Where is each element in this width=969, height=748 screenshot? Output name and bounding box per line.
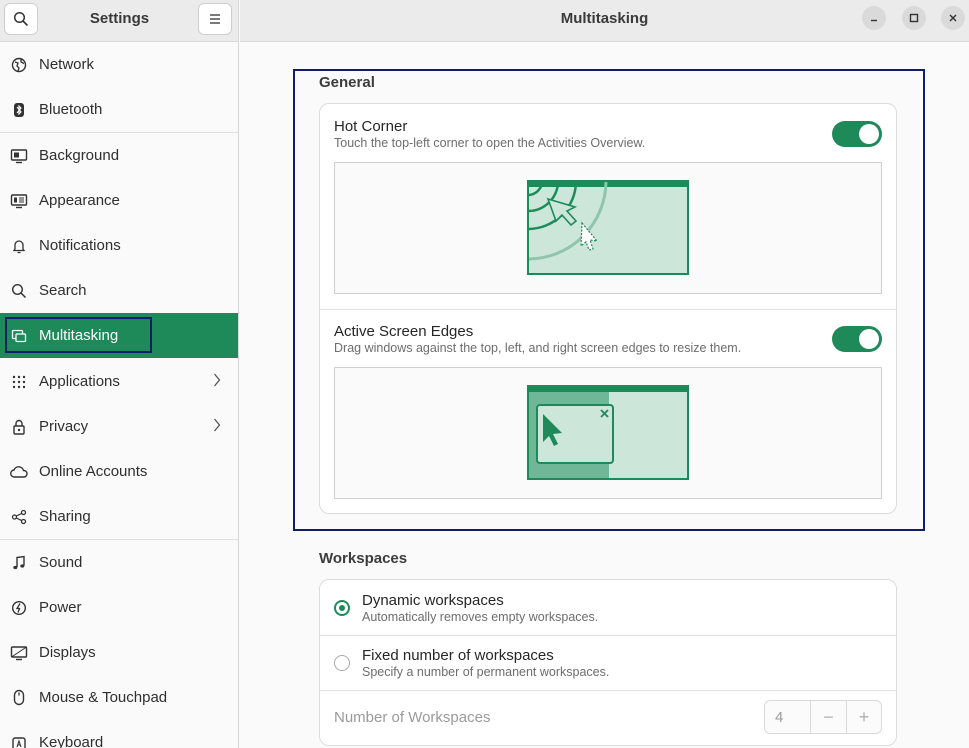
close-icon: [949, 14, 957, 22]
sidebar-item-label: Privacy: [39, 418, 89, 435]
page-title: Multitasking: [560, 10, 649, 27]
fixed-workspaces-subtitle: Specify a number of permanent workspaces…: [362, 665, 610, 679]
sidebar: Settings Network Bluetooth Background Ap…: [0, 0, 239, 748]
sidebar-item-sound[interactable]: Sound: [0, 540, 238, 585]
sidebar-item-label: Background: [39, 147, 120, 164]
sidebar-item-label: Sharing: [39, 508, 91, 525]
row-divider: [320, 690, 896, 691]
close-button[interactable]: [941, 6, 965, 30]
number-of-workspaces-label: Number of Workspaces: [334, 709, 491, 726]
lock-icon: [10, 418, 28, 436]
increment-button[interactable]: +: [846, 701, 881, 733]
sidebar-item-privacy[interactable]: Privacy: [0, 404, 238, 449]
sidebar-item-label: Keyboard: [39, 734, 104, 748]
chevron-right-icon: [213, 373, 221, 391]
sidebar-item-label: Displays: [39, 644, 96, 661]
power-icon: [10, 599, 28, 617]
sidebar-item-background[interactable]: Background: [0, 133, 238, 178]
appearance-icon: [10, 192, 28, 210]
fixed-workspaces-radio[interactable]: [334, 655, 350, 671]
cloud-icon: [10, 463, 28, 481]
dynamic-workspaces-radio[interactable]: [334, 600, 350, 616]
sidebar-item-label: Sound: [39, 554, 83, 571]
sidebar-item-search[interactable]: Search: [0, 268, 238, 313]
mouse-icon: [10, 689, 28, 707]
workspaces-count-input[interactable]: 4: [765, 701, 811, 733]
sidebar-header: Settings: [0, 0, 238, 42]
highlight-box: [5, 317, 152, 353]
main-menu-button[interactable]: [198, 3, 232, 35]
bluetooth-icon: [10, 101, 28, 119]
keyboard-icon: [10, 734, 28, 748]
sidebar-item-bluetooth[interactable]: Bluetooth: [0, 87, 238, 132]
apps-grid-icon: [10, 373, 28, 391]
sidebar-item-power[interactable]: Power: [0, 585, 238, 630]
sidebar-item-label: Search: [39, 282, 87, 299]
minimize-icon: [871, 19, 877, 22]
music-note-icon: [10, 554, 28, 572]
sidebar-item-label: Appearance: [39, 192, 120, 209]
dynamic-workspaces-title: Dynamic workspaces: [362, 592, 504, 609]
sidebar-item-appearance[interactable]: Appearance: [0, 178, 238, 223]
fixed-workspaces-title: Fixed number of workspaces: [362, 647, 554, 664]
minimize-button[interactable]: [862, 6, 886, 30]
chevron-right-icon: [213, 418, 221, 436]
sidebar-item-label: Applications: [39, 373, 120, 390]
decrement-button[interactable]: −: [811, 701, 846, 733]
sidebar-item-label: Notifications: [39, 237, 121, 254]
sidebar-item-online-accounts[interactable]: Online Accounts: [0, 449, 238, 494]
section-title-workspaces: Workspaces: [319, 550, 408, 567]
sidebar-item-label: Bluetooth: [39, 101, 103, 118]
highlight-box: [293, 69, 925, 531]
sidebar-item-notifications[interactable]: Notifications: [0, 223, 238, 268]
workspaces-card: Dynamic workspaces Automatically removes…: [319, 579, 897, 746]
sidebar-item-sharing[interactable]: Sharing: [0, 494, 238, 539]
sidebar-item-network[interactable]: Network: [0, 42, 238, 87]
sidebar-item-label: Mouse & Touchpad: [39, 689, 168, 706]
sidebar-item-keyboard[interactable]: Keyboard: [0, 720, 238, 748]
sidebar-item-displays[interactable]: Displays: [0, 630, 238, 675]
search-icon: [10, 282, 28, 300]
dynamic-workspaces-subtitle: Automatically removes empty workspaces.: [362, 610, 599, 624]
workspaces-spinbutton: 4 − +: [764, 700, 882, 734]
display-icon: [10, 644, 28, 662]
maximize-button[interactable]: [902, 6, 926, 30]
network-icon: [10, 56, 28, 74]
header-bar: Multitasking: [240, 0, 969, 42]
sidebar-item-label: Network: [39, 56, 95, 73]
maximize-icon: [909, 13, 919, 23]
hamburger-icon: [210, 14, 220, 24]
background-icon: [10, 147, 28, 165]
bell-icon: [10, 237, 28, 255]
sidebar-item-label: Online Accounts: [39, 463, 148, 480]
sidebar-item-applications[interactable]: Applications: [0, 359, 238, 404]
row-divider: [320, 635, 896, 636]
sidebar-item-mouse-touchpad[interactable]: Mouse & Touchpad: [0, 675, 238, 720]
sidebar-item-label: Power: [39, 599, 82, 616]
share-icon: [10, 508, 28, 526]
